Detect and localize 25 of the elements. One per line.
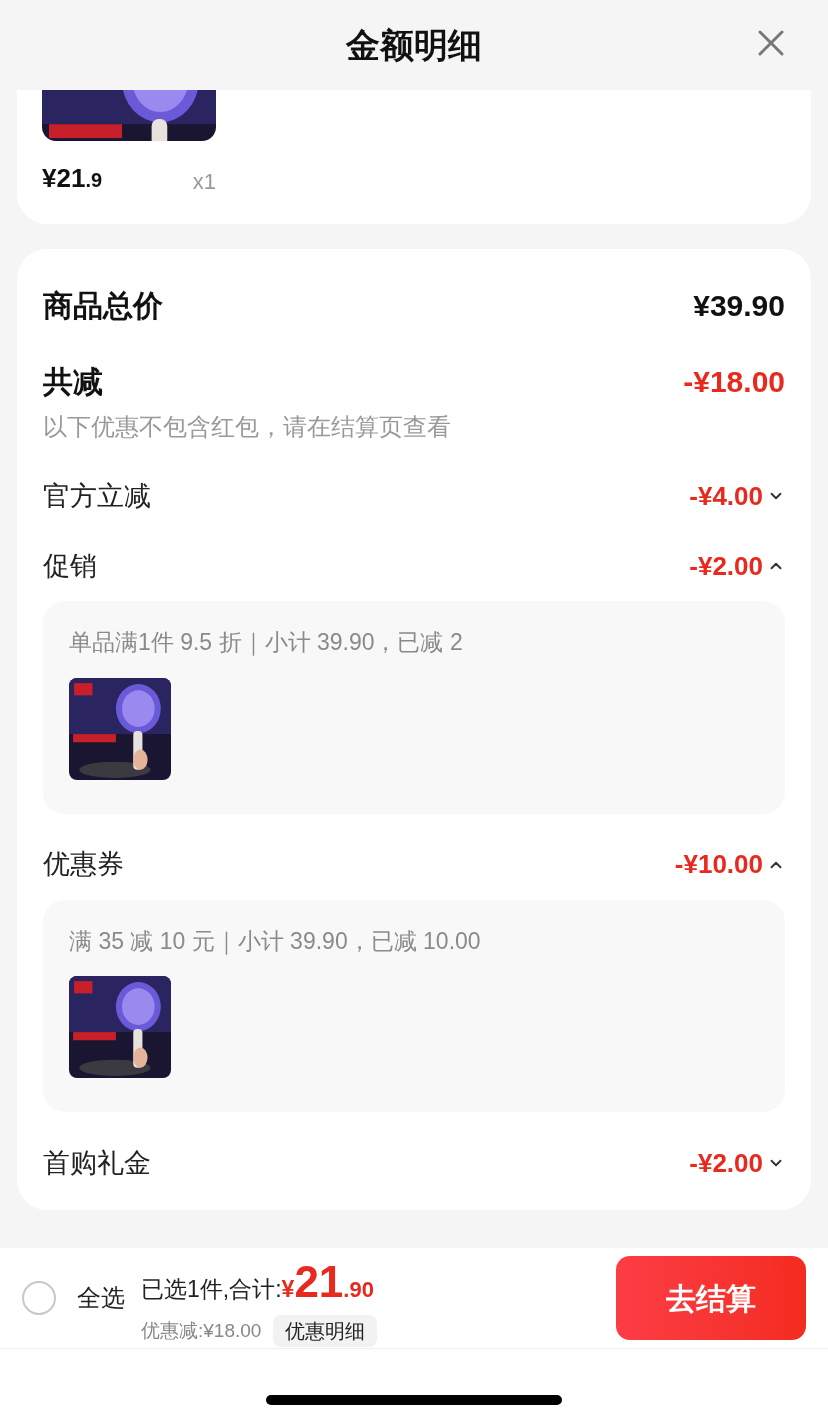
header-title: 金额明细 <box>346 24 482 66</box>
product-quantity: x1 <box>192 168 216 196</box>
total-value: ¥39.90 <box>693 287 785 324</box>
discount-detail-text: 单品满1件 9.5 折｜小计 39.90，已减 2 <box>69 628 464 658</box>
reduction-note: 以下优惠不包含红包，请在结算页查看 <box>43 412 452 442</box>
product-price: ¥21.9 <box>42 162 103 195</box>
discount-label: 促销 <box>43 549 97 583</box>
discount-label: 优惠券 <box>43 848 124 882</box>
discount-toggle[interactable]: -¥4.00 <box>689 476 785 516</box>
total-label: 商品总价 <box>43 287 163 324</box>
discount-toggle[interactable]: -¥2.00 <box>689 1143 785 1183</box>
reduction-label: 共减 <box>43 363 103 400</box>
discount-toggle[interactable]: -¥2.00 <box>689 546 785 586</box>
order-total: ¥21.90 <box>281 1256 374 1308</box>
reduction-value: -¥18.00 <box>683 363 785 400</box>
selected-summary: 已选1件,合计: <box>141 1275 282 1304</box>
select-all-label: 全选 <box>77 1283 125 1313</box>
discount-details-button[interactable]: 优惠明细 <box>273 1315 378 1347</box>
discount-detail-text: 满 35 减 10 元｜小计 39.90，已减 10.00 <box>69 926 482 957</box>
discount-label: 官方立减 <box>43 479 151 513</box>
discount-summary: 优惠减:¥18.00 <box>141 1318 262 1343</box>
discount-toggle[interactable]: -¥10.00 <box>674 845 785 884</box>
select-all-checkbox[interactable] <box>22 1281 56 1315</box>
discount-label: 首购礼金 <box>43 1146 151 1180</box>
checkout-button[interactable]: 去结算 <box>616 1256 806 1340</box>
